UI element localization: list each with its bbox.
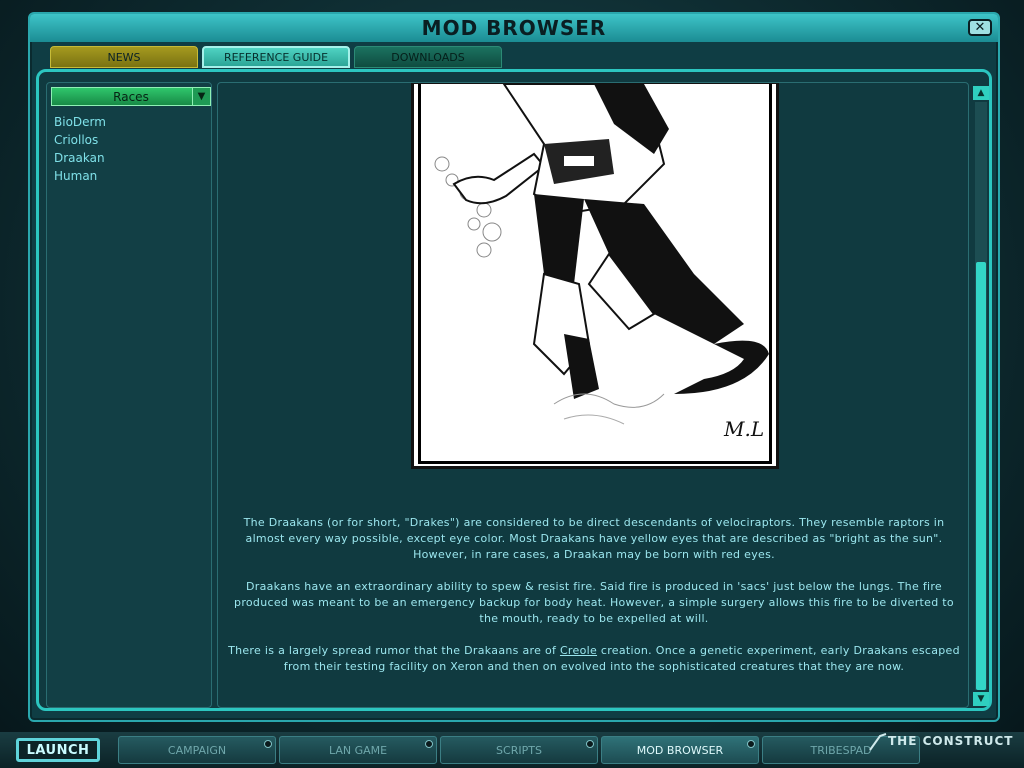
the-construct-logo: THE CONSTRUCT [888, 734, 1014, 748]
launch-button[interactable]: LAUNCH [16, 738, 100, 762]
draakan-drawing: M.L [434, 84, 769, 441]
scripts-button[interactable]: SCRIPTS [440, 736, 598, 764]
lan-game-button[interactable]: LAN GAME [279, 736, 437, 764]
scroll-down-icon[interactable]: ▼ [973, 692, 989, 706]
chevron-down-icon[interactable]: ▼ [192, 88, 210, 105]
mod-browser-button[interactable]: MOD BROWSER [601, 736, 759, 764]
close-icon[interactable]: ✕ [968, 19, 992, 36]
content-frame: Races ▼ BioDerm Criollos Draakan Human M… [36, 69, 992, 711]
tab-news[interactable]: NEWS [50, 46, 198, 68]
artist-signature: M.L [723, 417, 764, 441]
sidebar: Races ▼ BioDerm Criollos Draakan Human [46, 82, 212, 708]
lan-game-label: LAN GAME [328, 743, 388, 757]
construct-icon [869, 733, 887, 751]
indicator-icon [425, 740, 433, 748]
draakan-illustration: M.L [411, 83, 779, 469]
list-item-draakan[interactable]: Draakan [54, 149, 106, 167]
tab-bar: NEWS REFERENCE GUIDE DOWNLOADS [50, 46, 502, 68]
paragraph-2: Draakans have an extraordinary ability t… [234, 580, 954, 625]
tribespad-label: TRIBESPAD [810, 743, 872, 757]
paragraph-1: The Draakans (or for short, "Drakes") ar… [243, 516, 945, 561]
scroll-track[interactable] [975, 102, 987, 690]
title-bar: MOD BROWSER ✕ [30, 14, 998, 42]
tab-downloads[interactable]: DOWNLOADS [354, 46, 502, 68]
category-dropdown[interactable]: Races ▼ [51, 87, 211, 106]
category-dropdown-value: Races [113, 89, 149, 104]
creole-link[interactable]: Creole [560, 644, 597, 657]
bottom-nav-bar: LAUNCH CAMPAIGN LAN GAME SCRIPTS MOD BRO… [0, 732, 1024, 768]
indicator-icon [264, 740, 272, 748]
campaign-label: CAMPAIGN [167, 743, 227, 757]
race-list: BioDerm Criollos Draakan Human [54, 113, 106, 185]
window-title: MOD BROWSER [421, 16, 607, 40]
article-panel: M.L The Draakans (or for short, "Drakes"… [217, 82, 969, 708]
list-item-bioderm[interactable]: BioDerm [54, 113, 106, 131]
mod-browser-window: MOD BROWSER ✕ NEWS REFERENCE GUIDE DOWNL… [28, 12, 1000, 722]
scripts-label: SCRIPTS [496, 743, 542, 757]
list-item-criollos[interactable]: Criollos [54, 131, 106, 149]
list-item-human[interactable]: Human [54, 167, 106, 185]
indicator-icon [586, 740, 594, 748]
indicator-icon [747, 740, 755, 748]
tab-reference-guide[interactable]: REFERENCE GUIDE [202, 46, 350, 68]
paragraph-3: There is a largely spread rumor that the… [218, 643, 968, 675]
paragraph-3-start: There is a largely spread rumor that the… [228, 644, 560, 657]
scroll-thumb[interactable] [976, 262, 986, 690]
article-scrollbar[interactable]: ▲ ▼ [973, 86, 989, 706]
campaign-button[interactable]: CAMPAIGN [118, 736, 276, 764]
mod-browser-label: MOD BROWSER [636, 743, 724, 757]
article-text: The Draakans (or for short, "Drakes") ar… [218, 515, 968, 691]
scroll-up-icon[interactable]: ▲ [973, 86, 989, 100]
